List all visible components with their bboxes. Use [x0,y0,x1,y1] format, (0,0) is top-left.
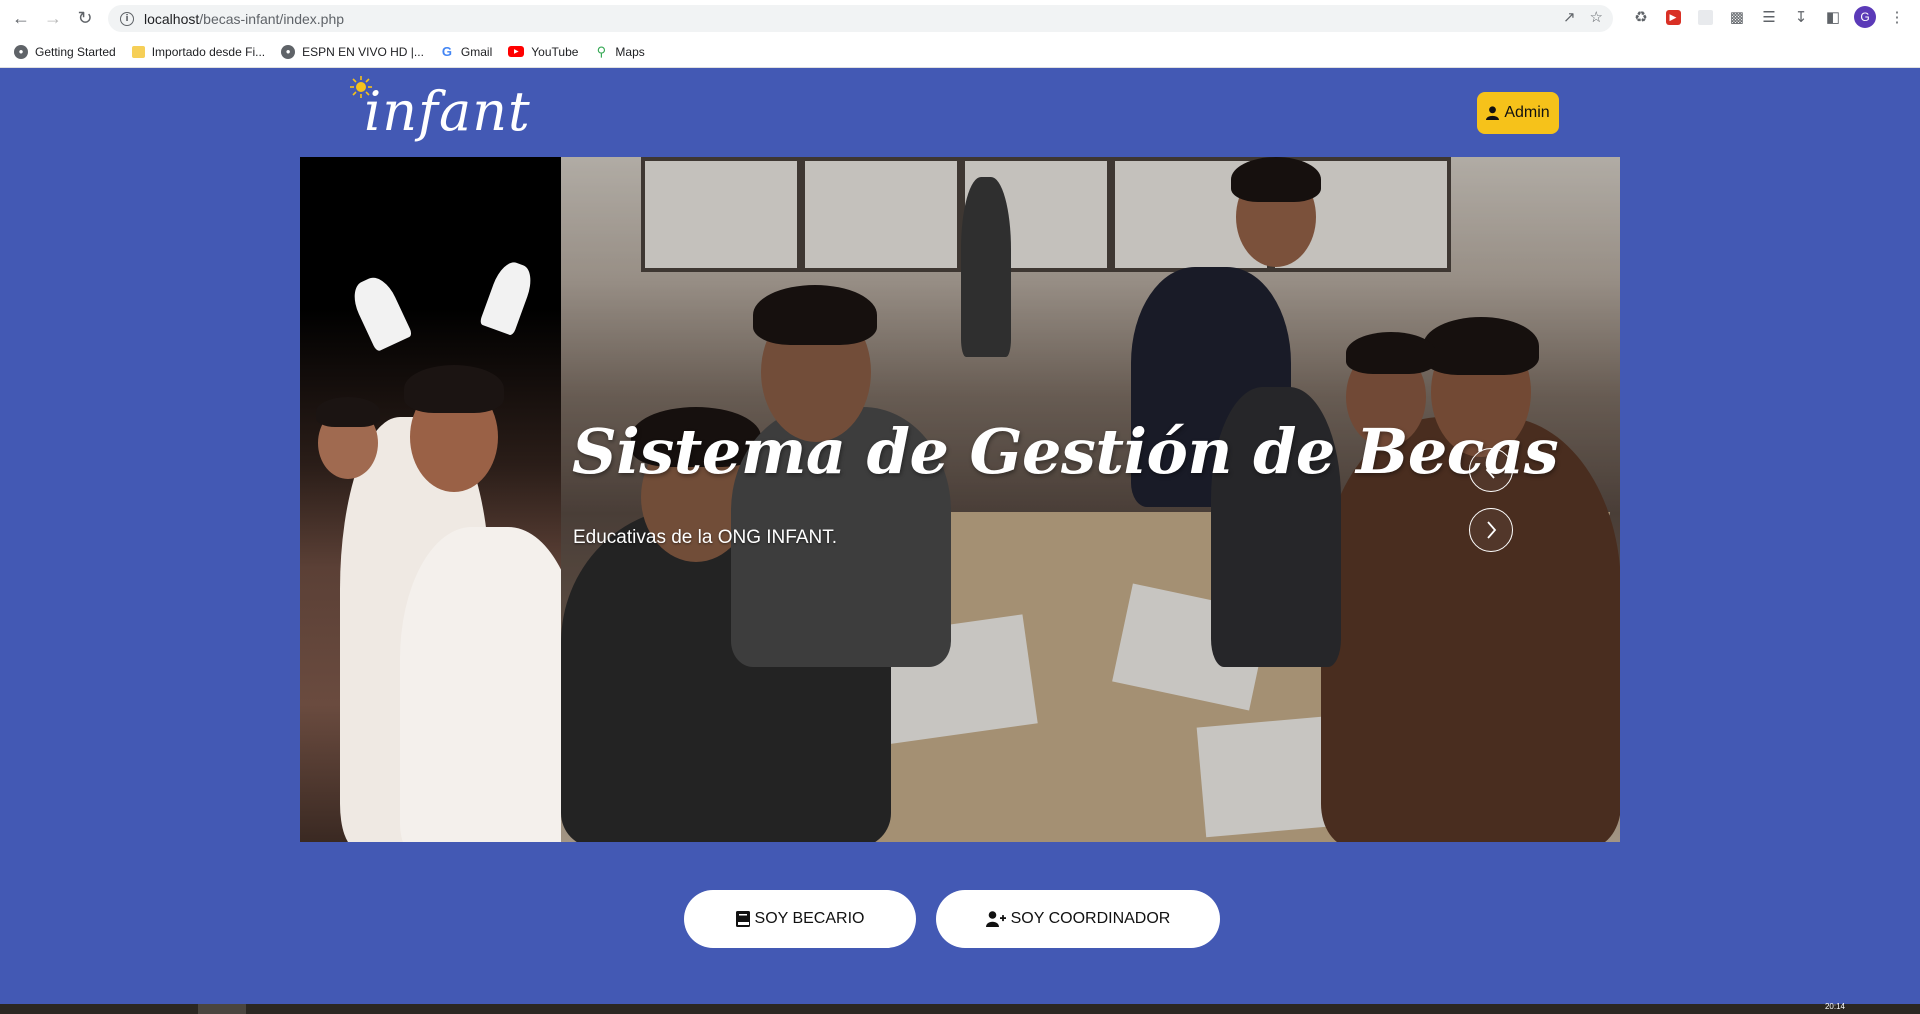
user-plus-icon [985,911,1006,927]
soy-becario-label: SOY BECARIO [754,910,865,927]
bookmark-label: Getting Started [35,44,116,59]
taskbar-clock: 20:14 [1824,1002,1845,1011]
url-host: localhost [144,10,200,27]
profile-avatar[interactable]: G [1854,6,1876,28]
bookmark-label: Maps [615,44,645,59]
carousel-prev-button[interactable] [1469,448,1513,492]
bookmark-importado[interactable]: Importado desde Fi... [131,44,266,59]
puzzle-extensions-icon[interactable]: ▩ [1726,6,1748,28]
youtube-icon: ▶ [508,46,525,57]
chevron-right-icon [1487,521,1497,539]
side-panel-icon[interactable]: ◧ [1822,6,1844,28]
soy-coordinador-label: SOY COORDINADOR [1010,910,1171,927]
forward-arrow-icon[interactable]: → [37,2,69,34]
students-classroom-photo [561,157,1620,842]
address-bar[interactable]: i localhost/becas-infant/index.php ↗ ☆ [108,5,1613,32]
taskbar-item[interactable] [198,1004,246,1014]
book-icon [735,911,750,927]
folder-icon [131,45,145,58]
bookmark-star-icon[interactable]: ☆ [1590,8,1603,26]
infant-logo[interactable]: infant [348,74,548,154]
hero-title: Sistema de Gestión de Becas [572,415,1559,488]
admin-button[interactable]: Admin [1477,92,1559,134]
bookmark-getting-started[interactable]: ● Getting Started [14,44,116,59]
bookmark-espn[interactable]: ● ESPN EN VIVO HD |... [281,44,424,59]
url-path: /becas-infant/index.php [199,10,345,27]
download-icon[interactable]: ↧ [1790,6,1812,28]
globe-icon: ● [14,44,28,59]
os-taskbar: 20:14 [0,1002,1920,1014]
bookmark-label: Importado desde Fi... [151,44,266,59]
bookmarks-bar: ● Getting Started Importado desde Fi... … [0,36,1920,68]
red-extension-icon[interactable]: ▶ [1662,6,1684,28]
bookmark-gmail[interactable]: G Gmail [440,44,493,59]
globe-icon: ● [281,44,296,59]
share-icon[interactable]: ↗ [1563,8,1576,26]
user-icon [1486,106,1500,120]
carousel-next-button[interactable] [1469,508,1513,552]
reload-icon[interactable]: ↻ [69,2,101,34]
soy-becario-button[interactable]: SOY BECARIO [684,890,916,948]
chevron-left-icon [1485,461,1495,479]
hero-subtitle: Educativas de la ONG INFANT. [573,527,837,548]
admin-label: Admin [1504,104,1550,121]
soy-coordinador-button[interactable]: SOY COORDINADOR [936,890,1220,948]
graduation-photo [300,157,561,842]
more-menu-icon[interactable]: ⋮ [1886,6,1908,28]
browser-toolbar: ← → ↻ i localhost/becas-infant/index.php… [0,0,1920,36]
logo-text: infant [364,80,531,143]
blank-extension-icon[interactable] [1694,6,1716,28]
google-icon: G [441,44,452,59]
bookmark-label: YouTube [531,44,579,59]
maps-pin-icon: ⚲ [596,43,607,59]
site-info-icon[interactable]: i [120,11,134,26]
back-arrow-icon[interactable]: ← [5,2,37,34]
bookmark-label: ESPN EN VIVO HD |... [302,44,424,59]
url-text[interactable]: localhost/becas-infant/index.php [144,11,344,27]
bookmark-maps[interactable]: ⚲ Maps [594,43,645,59]
bookmark-label: Gmail [460,44,493,59]
bookmark-youtube[interactable]: ▶ YouTube [508,45,578,59]
recycle-extension-icon[interactable]: ♻ [1630,6,1652,28]
hero-carousel: Sistema de Gestión de Becas Educativas d… [300,157,1620,842]
reading-list-icon[interactable]: ☰ [1758,6,1780,28]
